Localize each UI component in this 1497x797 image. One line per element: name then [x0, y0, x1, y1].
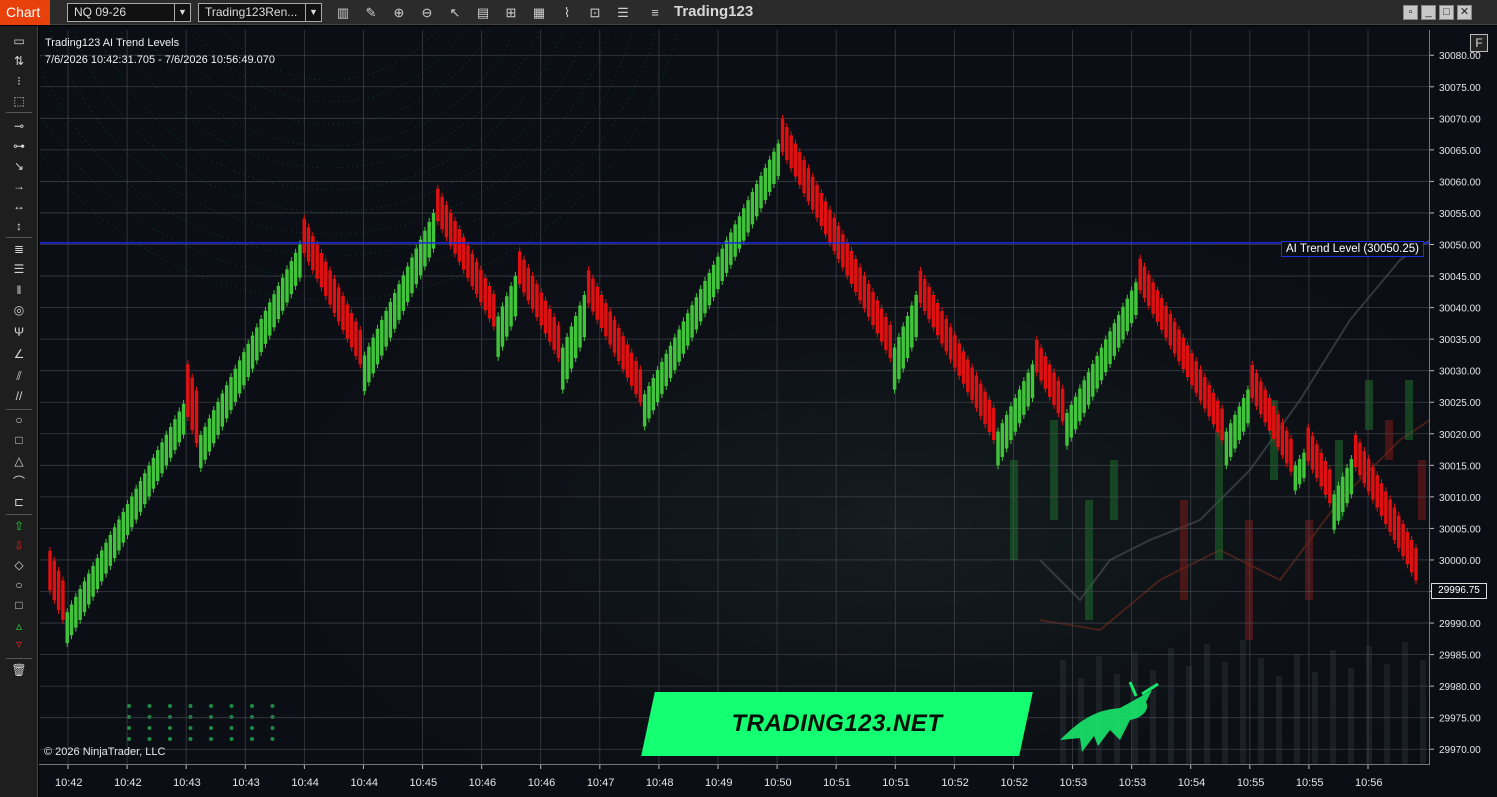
time-tick-label: 10:53 [1060, 777, 1088, 789]
price-tick-label: 30000.00 [1439, 556, 1481, 567]
time-tick-label: 10:44 [291, 777, 319, 789]
time-tick-label: 10:44 [350, 777, 378, 789]
time-tick-label: 10:51 [823, 777, 851, 789]
time-tick-label: 10:56 [1355, 777, 1383, 789]
price-tick-label: 30065.00 [1439, 146, 1481, 157]
price-tick-label: 29970.00 [1439, 745, 1481, 756]
last-price-marker: 29996.75 [1431, 583, 1487, 599]
time-tick-label: 10:55 [1237, 777, 1265, 789]
trend-level-label: AI Trend Level (30050.25) [1281, 241, 1424, 257]
price-tick-label: 29975.00 [1439, 714, 1481, 725]
price-tick-label: 30035.00 [1439, 335, 1481, 346]
brand-text: TRADING123.NET [731, 710, 943, 737]
price-tick-label: 30040.00 [1439, 304, 1481, 315]
time-tick-label: 10:48 [646, 777, 674, 789]
time-tick-label: 10:43 [173, 777, 201, 789]
time-tick-label: 10:52 [941, 777, 969, 789]
plot-area-border [39, 30, 1430, 765]
time-tick-label: 10:47 [587, 777, 615, 789]
time-tick-label: 10:51 [882, 777, 910, 789]
bull-logo-icon [1060, 681, 1159, 752]
time-tick-label: 10:42 [55, 777, 83, 789]
price-tick-label: 30015.00 [1439, 461, 1481, 472]
price-tick-label: 30070.00 [1439, 114, 1481, 125]
time-tick-label: 10:55 [1296, 777, 1324, 789]
price-axis[interactable]: 30080.00 30075.00 30070.00 30065.00 30060.00… [1430, 51, 1481, 756]
price-tick-label: 29985.00 [1439, 651, 1481, 662]
time-tick-label: 10:52 [1000, 777, 1028, 789]
price-tick-label: 30025.00 [1439, 398, 1481, 409]
time-tick-label: 10:43 [232, 777, 260, 789]
price-tick-label: 30020.00 [1439, 430, 1481, 441]
time-range: 7/6/2026 10:42:31.705 - 7/6/2026 10:56:4… [45, 54, 275, 66]
indicator-name: Trading123 AI Trend Levels [45, 37, 180, 49]
price-tick-label: 29980.00 [1439, 682, 1481, 693]
price-tick-label: 30050.00 [1439, 241, 1481, 252]
time-tick-label: 10:42 [114, 777, 142, 789]
fullscreen-button[interactable]: F [1470, 34, 1488, 52]
time-tick-label: 10:45 [410, 777, 438, 789]
time-axis[interactable]: 10:42 10:42 10:43 10:43 10:44 10:44 10:45 10:46… [55, 765, 1383, 789]
copyright-text: © 2026 NinjaTrader, LLC [44, 746, 166, 758]
price-tick-label: 30060.00 [1439, 177, 1481, 188]
time-tick-label: 10:49 [705, 777, 733, 789]
time-tick-label: 10:46 [469, 777, 497, 789]
price-tick-label: 30010.00 [1439, 493, 1481, 504]
price-tick-label: 30045.00 [1439, 272, 1481, 283]
price-tick-label: 29990.00 [1439, 619, 1481, 630]
price-tick-label: 30075.00 [1439, 83, 1481, 94]
time-tick-label: 10:50 [764, 777, 792, 789]
time-tick-label: 10:46 [528, 777, 556, 789]
price-tick-label: 30055.00 [1439, 209, 1481, 220]
price-tick-label: 30080.00 [1439, 51, 1481, 62]
time-tick-label: 10:53 [1119, 777, 1147, 789]
price-tick-label: 30030.00 [1439, 367, 1481, 378]
price-tick-label: 30005.00 [1439, 524, 1481, 535]
time-tick-label: 10:54 [1178, 777, 1206, 789]
